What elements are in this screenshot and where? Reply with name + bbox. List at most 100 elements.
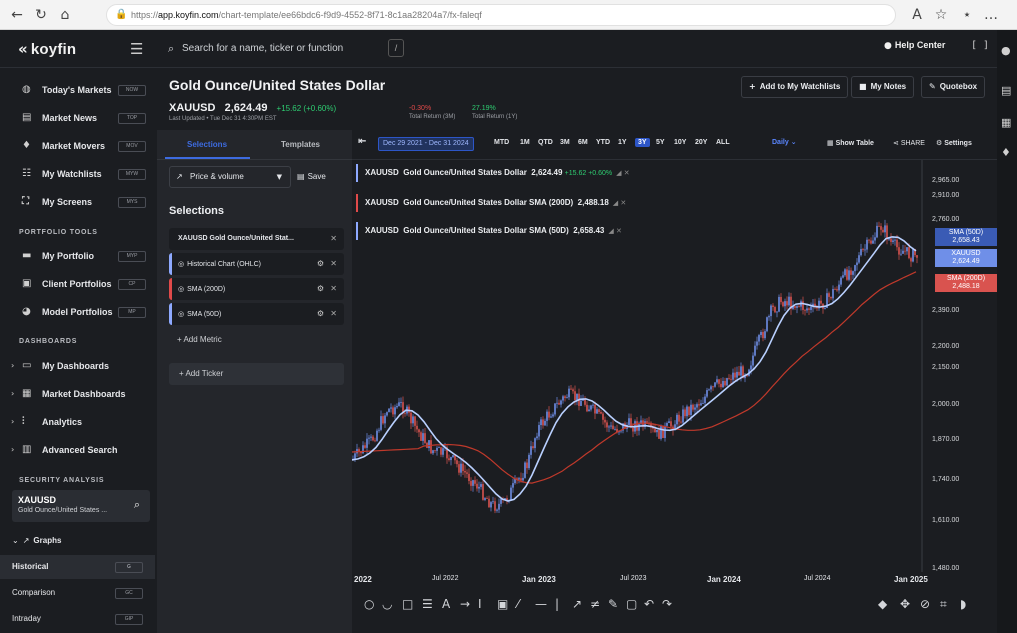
visibility-icon[interactable]: ◢ ✕ — [616, 169, 629, 177]
news-icon[interactable]: ▦ — [1001, 116, 1011, 129]
period-ytd[interactable]: YTD — [596, 139, 610, 146]
user-avatar-icon[interactable]: ● — [1001, 44, 1011, 57]
add-to-watchlist-button[interactable]: + Add to My Watchlists — [741, 76, 849, 98]
circle-tool-icon[interactable]: ○ — [364, 597, 374, 611]
sidebar-item-my-watchlists[interactable]: ☷ My Watchlists MYW — [0, 161, 155, 187]
period-1y[interactable]: 1Y — [618, 139, 627, 146]
sidebar-item-market-movers[interactable]: ♦ Market Movers MOV — [0, 133, 155, 159]
share-button[interactable]: ⋖ SHARE — [893, 139, 925, 147]
collapse-panel-icon[interactable]: ⇤ — [358, 136, 366, 147]
crosshair-icon[interactable]: ✥ — [900, 597, 910, 611]
brush-tool-icon[interactable]: ✎ — [608, 597, 618, 611]
trend-line-icon[interactable]: ↗ — [572, 597, 582, 611]
selection-row-sma200[interactable]: ◎ SMA (200D) ⚙ ✕ — [169, 278, 344, 300]
tag-icon[interactable]: ◗ — [960, 597, 966, 611]
sidebar-item-market-news[interactable]: ▤ Market News TOP — [0, 105, 155, 131]
period-5y[interactable]: 5Y — [656, 139, 665, 146]
legend-row-price[interactable]: XAUUSD Gold Ounce/United States Dollar 2… — [356, 162, 638, 184]
refresh-icon[interactable]: ↻ — [32, 6, 50, 24]
note-tool-icon[interactable]: ▣ — [497, 597, 508, 611]
url-bar[interactable]: 🔒 https://app.koyfin.com/chart-template/… — [106, 4, 896, 26]
horizontal-line-icon[interactable]: — — [535, 597, 547, 611]
undo-icon[interactable]: ↶ — [644, 597, 654, 611]
frame-icon[interactable]: ⌗ — [940, 597, 947, 612]
period-1m[interactable]: 1M — [520, 139, 530, 146]
period-3m[interactable]: 3M — [560, 139, 570, 146]
add-ticker-button[interactable]: + Add Ticker — [169, 363, 344, 385]
redo-icon[interactable]: ↷ — [662, 597, 672, 611]
graph-item-historical[interactable]: Historical G — [0, 555, 155, 579]
settings-button[interactable]: ⚙ Settings — [936, 139, 972, 147]
menu-toggle-icon[interactable]: ☰ — [130, 40, 143, 58]
period-all[interactable]: ALL — [716, 139, 730, 146]
gear-icon[interactable]: ⚙ — [317, 303, 324, 325]
selection-row-sma50[interactable]: ◎ SMA (50D) ⚙ ✕ — [169, 303, 344, 325]
gear-icon[interactable]: ⚙ — [317, 253, 324, 275]
favorite-icon[interactable]: ☆ — [932, 6, 950, 24]
fullscreen-icon[interactable]: [ ] — [971, 40, 989, 51]
show-table-button[interactable]: ▦ Show Table — [827, 139, 874, 147]
flame-icon[interactable]: ♦ — [1001, 146, 1011, 159]
line-tool-icon[interactable]: ⁄ — [517, 597, 519, 611]
sidebar-item-model-portfolios[interactable]: ◕ Model Portfolios MP — [0, 299, 155, 325]
sidebar-item-advanced-search[interactable]: › ▥ Advanced Search — [0, 437, 155, 463]
quotebox-button[interactable]: ✎ Quotebox — [921, 76, 986, 98]
tab-templates[interactable]: Templates — [281, 140, 320, 149]
help-center-button[interactable]: ● Help Center — [884, 40, 945, 51]
hide-drawings-icon[interactable]: ⊘ — [920, 597, 930, 611]
sidebar-item-todays-markets[interactable]: ◍ Today's Markets NOW — [0, 77, 155, 103]
my-notes-button[interactable]: ■ My Notes — [851, 76, 915, 98]
sidebar-item-my-dashboards[interactable]: › ▭ My Dashboards — [0, 353, 155, 379]
interval-dropdown[interactable]: Daily ⌄ — [772, 138, 797, 146]
text-tool-icon[interactable]: A — [442, 597, 450, 611]
legend-row-sma200[interactable]: XAUUSD Gold Ounce/United States Dollar S… — [356, 192, 634, 214]
period-mtd[interactable]: MTD — [494, 139, 509, 146]
save-button[interactable]: ▤ Save — [297, 166, 347, 188]
arc-tool-icon[interactable]: ◡ — [382, 597, 392, 611]
magnet-icon[interactable]: ◆ — [878, 597, 887, 611]
visibility-icon[interactable]: ◢ ✕ — [613, 199, 626, 207]
cursor-tool-icon[interactable]: Ⅰ — [478, 597, 482, 611]
period-6m[interactable]: 6M — [578, 139, 588, 146]
graphs-group[interactable]: ⌄ ↗ Graphs — [0, 529, 155, 553]
koyfin-logo[interactable]: «koyfin — [18, 40, 76, 58]
add-metric-button[interactable]: + Add Metric — [177, 335, 222, 344]
favorites-bar-icon[interactable]: ⋆ — [958, 6, 976, 24]
price-volume-dropdown[interactable]: ↗ Price & volume ▼ — [169, 166, 291, 188]
close-icon[interactable]: ✕ — [330, 303, 337, 325]
more-icon[interactable]: … — [982, 6, 1000, 24]
sidebar-item-my-screens[interactable]: ⛶ My Screens MYS — [0, 189, 155, 215]
search-input[interactable]: ⌕ Search for a name, ticker or function — [164, 38, 404, 60]
period-3y[interactable]: 3Y — [635, 138, 650, 147]
rectangle-tool-icon[interactable]: □ — [402, 597, 413, 611]
read-aloud-icon[interactable]: A — [908, 6, 926, 24]
vertical-line-icon[interactable]: | — [555, 597, 559, 611]
close-icon[interactable]: ✕ — [330, 228, 337, 250]
back-icon[interactable]: ← — [8, 6, 26, 24]
gear-icon[interactable]: ⚙ — [317, 278, 324, 300]
period-10y[interactable]: 10Y — [674, 139, 686, 146]
home-icon[interactable]: ⌂ — [56, 6, 74, 24]
close-icon[interactable]: ✕ — [330, 278, 337, 300]
security-selector[interactable]: XAUUSD Gold Ounce/United States ... ⌕ — [12, 490, 150, 522]
channel-tool-icon[interactable]: ≠ — [590, 597, 600, 611]
sidebar-item-my-portfolio[interactable]: ▬ My Portfolio MYP — [0, 243, 155, 269]
visibility-icon[interactable]: ◢ ✕ — [608, 227, 621, 235]
graph-item-intraday[interactable]: Intraday GIP — [0, 607, 155, 631]
period-qtd[interactable]: QTD — [538, 139, 553, 146]
fib-tool-icon[interactable]: ☰ — [422, 597, 433, 611]
graph-item-comparison[interactable]: Comparison GC — [0, 581, 155, 605]
price-chart[interactable]: XAUUSD Gold Ounce/United States Dollar 2… — [352, 160, 997, 592]
tab-selections[interactable]: Selections — [187, 140, 227, 149]
arrow-tool-icon[interactable]: → — [460, 597, 470, 611]
period-20y[interactable]: 20Y — [695, 139, 707, 146]
sidebar-item-analytics[interactable]: › ⫶ Analytics — [0, 409, 155, 435]
date-range-picker[interactable]: Dec 29 2021 - Dec 31 2024 — [378, 137, 474, 151]
chat-icon[interactable]: ▤ — [1001, 84, 1011, 97]
close-icon[interactable]: ✕ — [330, 253, 337, 275]
selection-row-ohlc[interactable]: ◎ Historical Chart (OHLC) ⚙ ✕ — [169, 253, 344, 275]
legend-row-sma50[interactable]: XAUUSD Gold Ounce/United States Dollar S… — [356, 220, 630, 242]
sidebar-item-client-portfolios[interactable]: ▣ Client Portfolios CP — [0, 271, 155, 297]
sidebar-item-market-dashboards[interactable]: › ▦ Market Dashboards — [0, 381, 155, 407]
delete-icon[interactable]: ▢ — [626, 597, 637, 611]
